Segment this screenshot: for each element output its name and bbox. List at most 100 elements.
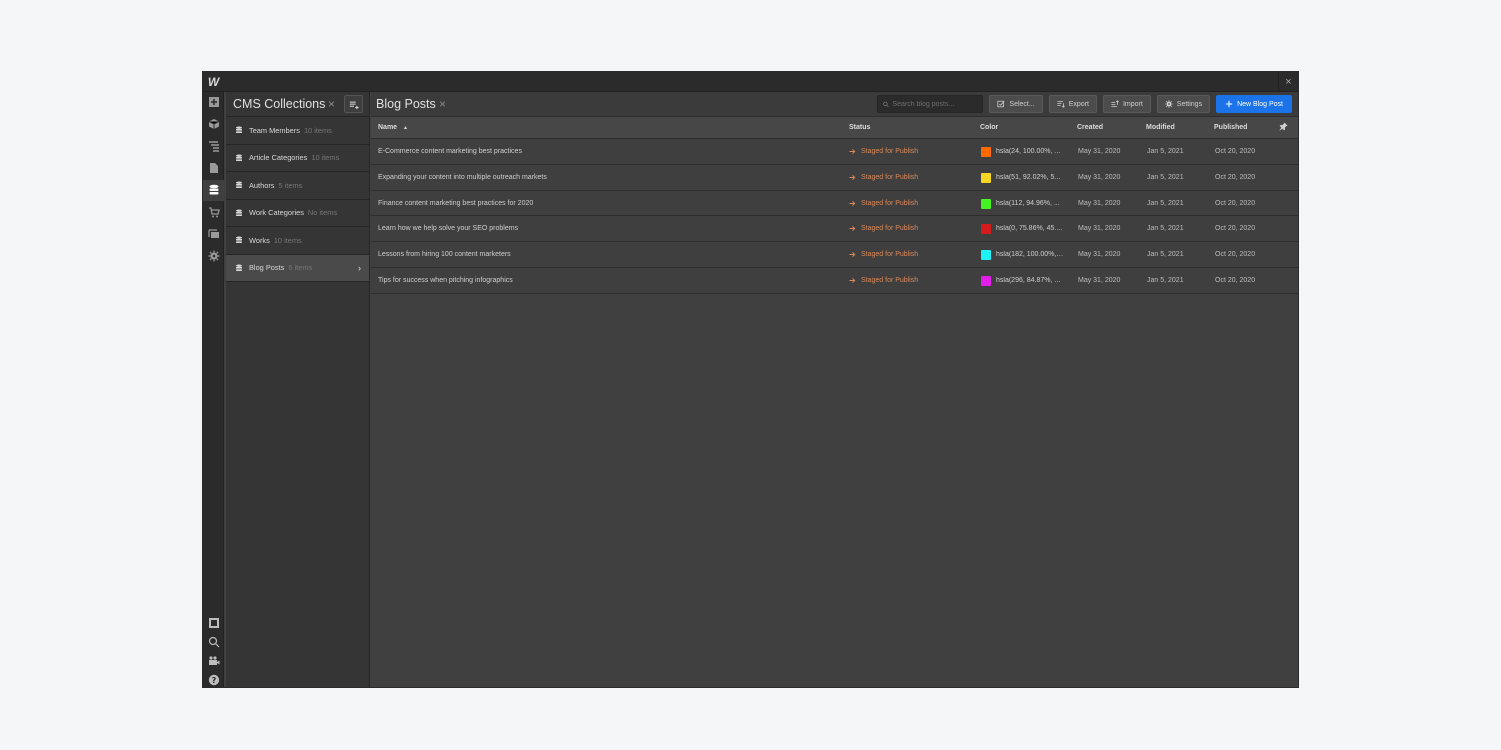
arrow-right-icon (849, 252, 856, 258)
collection-view: Blog Posts × Select... Export Import (371, 92, 1298, 687)
collections-list: Team Members 10 items Article Categories 10… (226, 117, 369, 282)
column-name-label: Name (378, 124, 398, 131)
chevron-right-icon: › (358, 262, 361, 273)
collections-panel: CMS Collections × Team Members 10 items Ar… (226, 92, 370, 687)
settings-label: Settings (1176, 100, 1203, 108)
collection-item[interactable]: Authors 5 items (226, 172, 369, 200)
collection-name: Work Categories (249, 208, 304, 218)
sort-ascending-icon: ▲ (403, 125, 408, 131)
add-collection-button[interactable] (344, 95, 363, 113)
pin-icon[interactable] (1279, 122, 1288, 133)
preview-icon[interactable] (203, 613, 224, 634)
database-icon (236, 264, 242, 271)
status-badge: Staged for Publish (849, 277, 918, 284)
search-input[interactable] (892, 100, 983, 108)
collections-title: CMS Collections (233, 97, 326, 111)
select-label: Select... (1009, 100, 1035, 108)
collection-name: Team Members (249, 125, 300, 135)
modified-date: Jan 5, 2021 (1147, 199, 1184, 207)
components-icon[interactable] (203, 114, 224, 135)
settings-button[interactable]: Settings (1156, 95, 1211, 113)
modified-date: Jan 5, 2021 (1147, 225, 1184, 233)
post-name: E-Commerce content marketing best practi… (378, 148, 522, 155)
color-value: hsla(182, 100.00%, ... (996, 251, 1064, 259)
select-button[interactable]: Select... (989, 95, 1043, 113)
modified-date: Jan 5, 2021 (1147, 276, 1184, 284)
search-icon (883, 101, 890, 107)
created-date: May 31, 2020 (1078, 251, 1121, 259)
video-icon[interactable] (203, 651, 224, 672)
ecommerce-icon[interactable] (203, 202, 224, 223)
add-icon[interactable] (203, 92, 224, 113)
search-icon[interactable] (203, 632, 224, 653)
status-badge: Staged for Publish (849, 251, 918, 258)
status-badge: Staged for Publish (849, 225, 918, 232)
table-row[interactable]: Tips for success when pitching infograph… (371, 267, 1298, 294)
collection-name: Article Categories (249, 153, 308, 163)
published-date: Oct 20, 2020 (1215, 276, 1256, 284)
modified-date: Jan 5, 2021 (1147, 173, 1184, 181)
color-value: hsla(51, 92.02%, 5... (996, 173, 1061, 181)
gear-icon (1165, 100, 1173, 108)
column-name[interactable]: Name ▲ (378, 124, 408, 131)
database-icon (236, 181, 242, 189)
collection-count: 10 items (311, 153, 340, 163)
published-date: Oct 20, 2020 (1215, 225, 1256, 233)
status-text: Staged for Publish (861, 173, 919, 181)
published-date: Oct 20, 2020 (1215, 148, 1256, 155)
table-row[interactable]: Expanding your content into multiple out… (371, 164, 1298, 191)
column-status[interactable]: Status (849, 124, 870, 131)
collection-name: Authors (249, 180, 275, 190)
color-swatch (981, 275, 991, 286)
export-button[interactable]: Export (1048, 95, 1097, 113)
table-row[interactable]: Finance content marketing best practices… (371, 190, 1298, 217)
collection-item[interactable]: Blog Posts 6 items › (226, 254, 369, 282)
collection-name: Works (249, 235, 270, 245)
arrow-right-icon (849, 148, 856, 155)
arrow-right-icon (849, 174, 856, 180)
created-date: May 31, 2020 (1078, 199, 1121, 207)
table-row[interactable]: E-Commerce content marketing best practi… (371, 139, 1298, 165)
database-icon (236, 236, 242, 244)
pages-icon[interactable] (203, 158, 224, 179)
collection-item[interactable]: Team Members 10 items (226, 117, 369, 145)
collection-header: Blog Posts × Select... Export Import (371, 92, 1298, 117)
navigator-icon[interactable] (203, 136, 224, 157)
search-field[interactable] (877, 95, 984, 113)
status-text: Staged for Publish (861, 148, 919, 155)
post-name: Finance content marketing best practices… (378, 199, 534, 207)
status-badge: Staged for Publish (849, 148, 918, 155)
column-modified[interactable]: Modified (1146, 124, 1175, 131)
settings-icon[interactable] (203, 246, 224, 267)
close-icon[interactable]: × (1278, 72, 1298, 92)
collection-count: No items (307, 208, 338, 218)
post-name: Learn how we help solve your SEO problem… (378, 225, 519, 233)
collection-item[interactable]: Work Categories No items (226, 200, 369, 227)
cms-icon[interactable] (203, 180, 224, 201)
column-color[interactable]: Color (980, 124, 998, 131)
post-name: Tips for success when pitching infograph… (378, 276, 513, 284)
collections-close-icon[interactable]: × (328, 97, 335, 111)
import-button[interactable]: Import (1102, 95, 1151, 113)
svg-text:?: ? (211, 676, 216, 685)
column-created[interactable]: Created (1077, 124, 1103, 131)
plus-icon (1225, 100, 1233, 108)
collection-item[interactable]: Works 10 items (226, 227, 369, 255)
color-swatch (981, 224, 991, 235)
assets-icon[interactable] (203, 224, 224, 245)
webflow-logo[interactable]: W (203, 72, 224, 92)
column-published[interactable]: Published (1214, 124, 1247, 131)
created-date: May 31, 2020 (1078, 225, 1121, 233)
table-row[interactable]: Lessons from hiring 100 content marketer… (371, 242, 1298, 268)
collection-close-icon[interactable]: × (439, 97, 446, 111)
collection-item[interactable]: Article Categories 10 items (226, 145, 369, 172)
table-row[interactable]: Learn how we help solve your SEO problem… (371, 216, 1298, 243)
help-icon[interactable]: ? (203, 670, 224, 691)
created-date: May 31, 2020 (1078, 148, 1121, 155)
toolbar: Select... Export Import Settings New Blo… (877, 95, 1292, 113)
collections-header: CMS Collections × (226, 92, 369, 117)
new-blog-post-button[interactable]: New Blog Post (1216, 95, 1292, 113)
status-text: Staged for Publish (861, 276, 919, 284)
modified-date: Jan 5, 2021 (1147, 251, 1184, 259)
import-label: Import (1122, 100, 1143, 108)
